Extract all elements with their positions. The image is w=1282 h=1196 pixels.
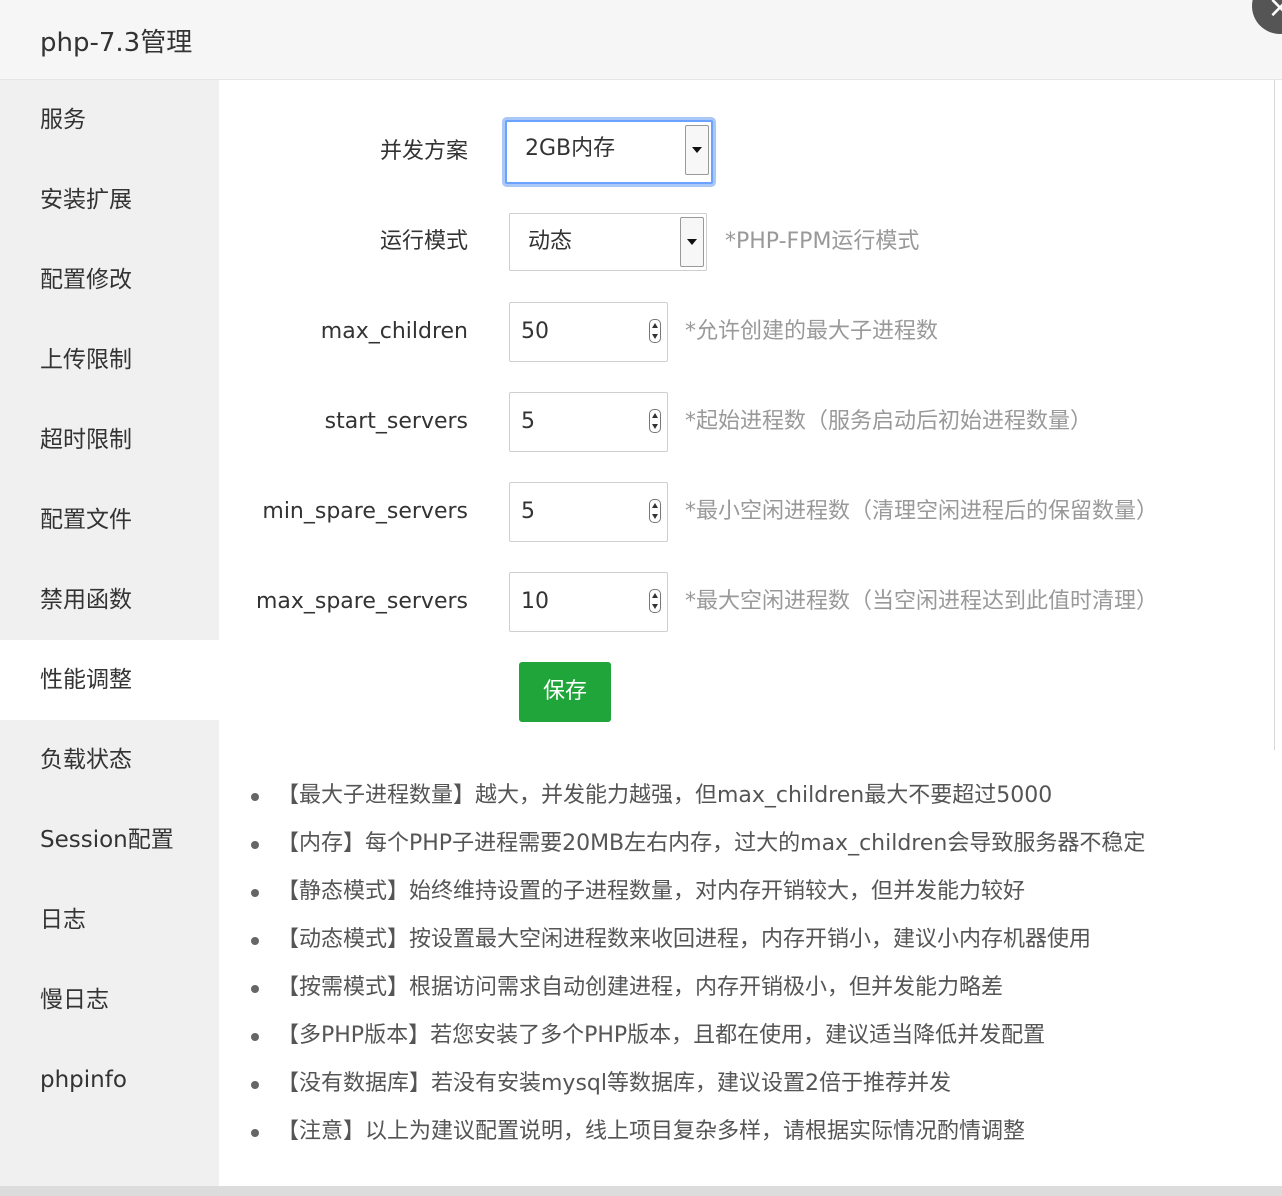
list-item: 【没有数据库】若没有安装mysql等数据库，建议设置2倍于推荐并发	[249, 1062, 1145, 1110]
sidebar-item-load-status[interactable]: 负载状态	[0, 720, 219, 800]
list-item: 【内存】每个PHP子进程需要20MB左右内存，过大的max_children会导…	[249, 822, 1145, 870]
start-servers-hint: *起始进程数（服务启动后初始进程数量）	[685, 409, 1093, 434]
spinner-icon[interactable]	[649, 589, 661, 613]
background-strip	[0, 1186, 1282, 1196]
mode-hint: *PHP-FPM运行模式	[725, 229, 920, 254]
chevron-down-icon	[685, 125, 709, 175]
max-children-value: 50	[521, 319, 549, 344]
sidebar-item-config-modify[interactable]: 配置修改	[0, 240, 219, 320]
row-mode: 运行模式 动态 *PHP-FPM运行模式	[219, 212, 1282, 272]
concurrency-label: 并发方案	[379, 139, 468, 164]
tips-list: 【最大子进程数量】越大，并发能力越强，但max_children最大不要超过50…	[249, 774, 1145, 1158]
spinner-icon[interactable]	[649, 499, 661, 523]
row-concurrency: 并发方案 2GB内存	[219, 120, 1282, 184]
sidebar-item-service[interactable]: 服务	[0, 80, 219, 160]
concurrency-select[interactable]: 2GB内存	[505, 120, 713, 184]
chevron-down-icon	[680, 217, 704, 267]
sidebar-item-phpinfo[interactable]: phpinfo	[0, 1040, 219, 1120]
list-item: 【多PHP版本】若您安装了多个PHP版本，且都在使用，建议适当降低并发配置	[249, 1014, 1145, 1062]
sidebar-item-timeout-limit[interactable]: 超时限制	[0, 400, 219, 480]
max-children-label: max_children	[320, 319, 468, 344]
list-item: 【最大子进程数量】越大，并发能力越强，但max_children最大不要超过50…	[249, 774, 1145, 822]
row-max-spare-servers: max_spare_servers 10 *最大空闲进程数（当空闲进程达到此值时…	[219, 572, 1282, 632]
sidebar-item-disabled-functions[interactable]: 禁用函数	[0, 560, 219, 640]
max-spare-servers-hint: *最大空闲进程数（当空闲进程达到此值时清理）	[685, 589, 1159, 614]
max-children-input[interactable]: 50	[509, 302, 668, 362]
list-item: 【静态模式】始终维持设置的子进程数量，对内存开销较大，但并发能力较好	[249, 870, 1145, 918]
list-item: 【按需模式】根据访问需求自动创建进程，内存开销极小，但并发能力略差	[249, 966, 1145, 1014]
start-servers-input[interactable]: 5	[509, 392, 668, 452]
sidebar-item-slow-log[interactable]: 慢日志	[0, 960, 219, 1040]
list-item: 【动态模式】按设置最大空闲进程数来收回进程，内存开销小，建议小内存机器使用	[249, 918, 1145, 966]
mode-value: 动态	[528, 229, 573, 254]
save-button[interactable]: 保存	[519, 662, 611, 722]
spinner-icon[interactable]	[649, 409, 661, 433]
min-spare-servers-hint: *最小空闲进程数（清理空闲进程后的保留数量）	[685, 499, 1159, 524]
start-servers-label: start_servers	[324, 409, 468, 434]
start-servers-value: 5	[521, 409, 535, 434]
dialog-title: php-7.3管理	[40, 28, 193, 58]
row-max-children: max_children 50 *允许创建的最大子进程数	[219, 302, 1282, 362]
mode-select[interactable]: 动态	[509, 213, 707, 271]
max-spare-servers-value: 10	[521, 589, 549, 614]
sidebar: 服务 安装扩展 配置修改 上传限制 超时限制 配置文件 禁用函数 性能调整 负载…	[0, 80, 219, 1196]
sidebar-item-install-extension[interactable]: 安装扩展	[0, 160, 219, 240]
min-spare-servers-input[interactable]: 5	[509, 482, 668, 542]
sidebar-item-config-file[interactable]: 配置文件	[0, 480, 219, 560]
max-children-hint: *允许创建的最大子进程数	[685, 319, 939, 344]
sidebar-item-session-config[interactable]: Session配置	[0, 800, 219, 880]
max-spare-servers-label: max_spare_servers	[255, 589, 468, 614]
close-icon: ×	[1267, 0, 1282, 25]
min-spare-servers-label: min_spare_servers	[262, 499, 468, 524]
row-min-spare-servers: min_spare_servers 5 *最小空闲进程数（清理空闲进程后的保留数…	[219, 482, 1282, 542]
min-spare-servers-value: 5	[521, 499, 535, 524]
scrollbar-track[interactable]	[1274, 80, 1275, 750]
max-spare-servers-input[interactable]: 10	[509, 572, 668, 632]
dialog-titlebar: php-7.3管理	[0, 0, 1282, 80]
list-item: 【注意】以上为建议配置说明，线上项目复杂多样，请根据实际情况酌情调整	[249, 1110, 1145, 1158]
sidebar-item-performance[interactable]: 性能调整	[0, 640, 219, 720]
concurrency-value: 2GB内存	[525, 136, 616, 161]
sidebar-item-log[interactable]: 日志	[0, 880, 219, 960]
mode-label: 运行模式	[379, 229, 468, 254]
sidebar-item-upload-limit[interactable]: 上传限制	[0, 320, 219, 400]
row-start-servers: start_servers 5 *起始进程数（服务启动后初始进程数量）	[219, 392, 1282, 452]
spinner-icon[interactable]	[649, 319, 661, 343]
performance-panel: 并发方案 2GB内存 运行模式 动态 *PHP-FPM运行模式 max_chil…	[219, 80, 1282, 1196]
